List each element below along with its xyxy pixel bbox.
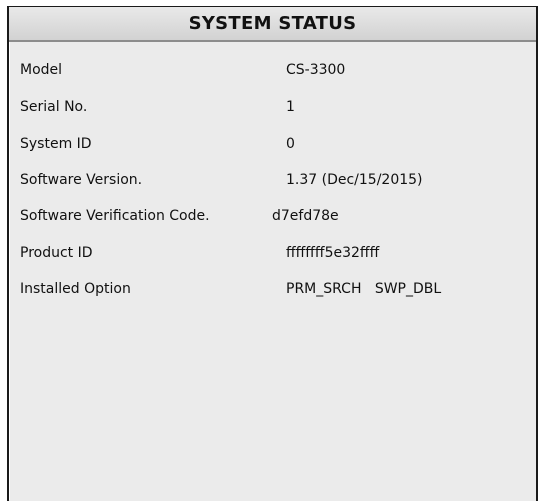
status-row-product-id: Product ID ffffffff5e32ffff [20,241,530,265]
status-value: CS-3300 [286,62,346,78]
status-label: Software Verification Code. [20,208,210,224]
status-panel: Model CS-3300 Serial No. 1 System ID 0 S… [9,42,536,500]
status-row-serial-no: Serial No. 1 [20,95,530,119]
window-title: SYSTEM STATUS [188,13,357,34]
status-label: System ID [20,136,92,152]
status-label: Model [20,62,63,78]
status-row-system-id: System ID 0 [20,132,530,156]
title-bar: SYSTEM STATUS [9,7,536,42]
status-value: 1 [286,99,295,115]
status-row-installed-option: Installed Option PRM_SRCH SWP_DBL [20,277,530,301]
status-value: d7efd78e [272,208,339,224]
system-status-window: SYSTEM STATUS Model CS-3300 Serial No. 1… [7,6,538,501]
status-row-software-version: Software Version. 1.37 (Dec/15/2015) [20,168,530,192]
status-value: 0 [286,136,295,152]
status-row-model: Model CS-3300 [20,58,530,82]
status-label: Installed Option [20,281,131,297]
status-value: 1.37 (Dec/15/2015) [286,172,423,188]
status-label: Software Version. [20,172,143,188]
status-label: Product ID [20,245,93,261]
status-label: Serial No. [20,99,88,115]
status-value: PRM_SRCH SWP_DBL [286,281,442,297]
status-value: ffffffff5e32ffff [286,245,380,261]
status-row-software-verification-code: Software Verification Code. d7efd78e [20,204,530,228]
